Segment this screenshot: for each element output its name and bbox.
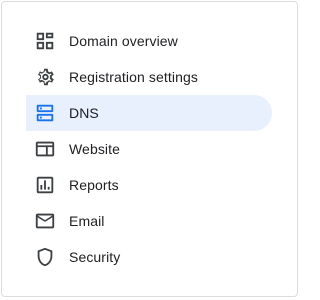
sidebar-item-domain-overview[interactable]: Domain overview	[26, 23, 272, 59]
sidebar-item-label: DNS	[69, 105, 99, 121]
sidebar-item-label: Website	[69, 141, 121, 157]
dns-icon	[33, 101, 57, 125]
sidebar-item-label: Email	[69, 213, 105, 229]
gear-icon	[33, 65, 57, 89]
sidebar-item-registration-settings[interactable]: Registration settings	[26, 59, 272, 95]
web-icon	[33, 137, 57, 161]
sidebar-item-reports[interactable]: Reports	[26, 167, 272, 203]
sidebar-item-website[interactable]: Website	[26, 131, 272, 167]
sidebar-item-label: Reports	[69, 177, 119, 193]
dashboard-icon	[33, 29, 57, 53]
sidebar-item-dns[interactable]: DNS	[26, 95, 272, 131]
sidebar-item-label: Security	[69, 249, 121, 265]
sidebar-item-security[interactable]: Security	[26, 239, 272, 275]
bar-chart-icon	[33, 173, 57, 197]
sidebar-item-label: Registration settings	[69, 69, 198, 85]
sidebar-item-label: Domain overview	[69, 33, 178, 49]
shield-icon	[33, 245, 57, 269]
mail-icon	[33, 209, 57, 233]
sidebar-item-email[interactable]: Email	[26, 203, 272, 239]
domain-nav-panel: Domain overview Registration settings DN…	[1, 1, 298, 297]
